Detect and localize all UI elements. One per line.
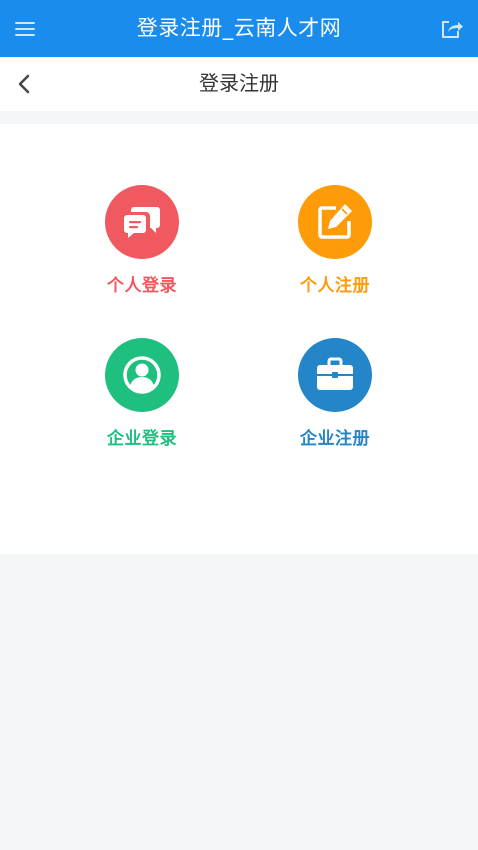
user-avatar-icon [105,338,179,412]
briefcase-icon [298,338,372,412]
personal-register-label: 个人注册 [300,276,370,296]
hamburger-menu-icon[interactable] [14,20,36,38]
enterprise-login-label: 企业登录 [107,429,177,449]
back-button[interactable] [10,69,40,99]
enterprise-register-label: 企业注册 [300,429,370,449]
chevron-left-icon [18,74,30,94]
personal-login-button[interactable]: 个人登录 [62,185,222,315]
app-header: 登录注册_云南人才网 [0,0,478,57]
page-title: 登录注册 [199,71,279,95]
enterprise-register-button[interactable]: 企业注册 [255,338,415,468]
enterprise-login-button[interactable]: 企业登录 [62,338,222,468]
edit-icon [298,185,372,259]
page-navbar: 登录注册 [0,57,478,111]
personal-register-button[interactable]: 个人注册 [255,185,415,315]
share-icon[interactable] [440,18,464,40]
personal-login-label: 个人登录 [107,276,177,296]
app-title: 登录注册_云南人才网 [136,16,342,40]
entry-panel: 个人登录 个人注册 企业登录 企业注册 [0,124,478,554]
chat-bubbles-icon [105,185,179,259]
